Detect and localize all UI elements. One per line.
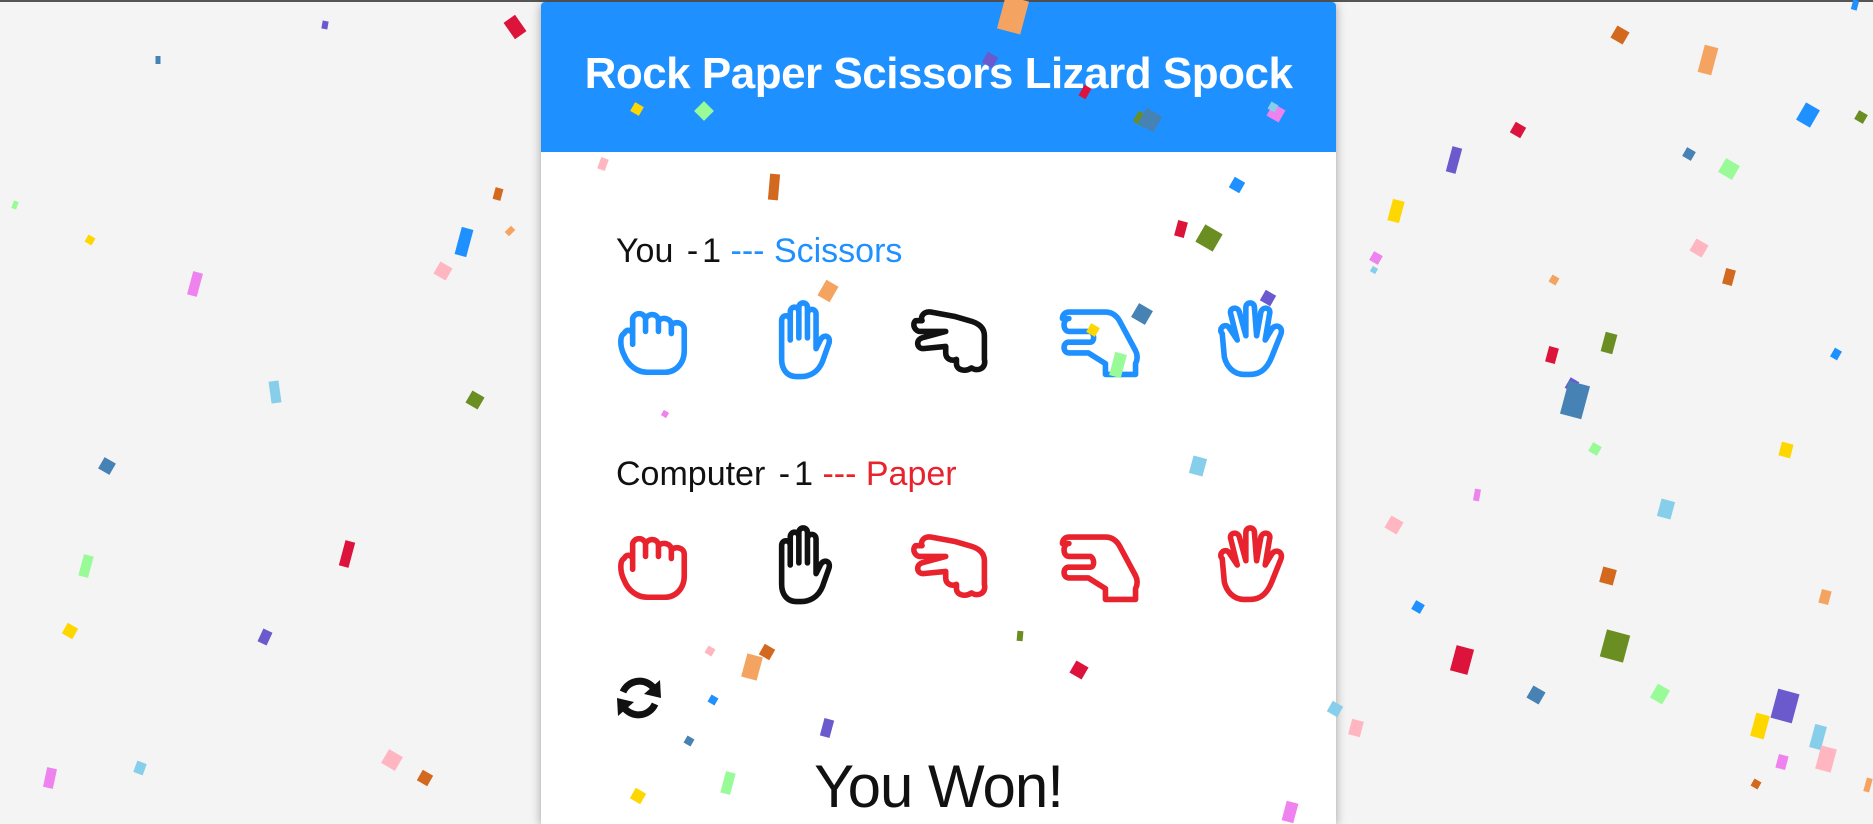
confetti-piece (1722, 267, 1736, 287)
confetti-piece (1697, 44, 1719, 76)
computer-choice: Paper (865, 455, 957, 493)
computer-choice-prefix: --- (822, 455, 857, 493)
confetti-piece (1610, 25, 1630, 45)
confetti-piece (1775, 753, 1789, 771)
hand-scissors-icon[interactable] (907, 297, 993, 383)
hand-paper-icon[interactable] (758, 522, 844, 608)
game-card: Rock Paper Scissors Lizard Spock You -1 … (541, 2, 1336, 824)
confetti-piece (1588, 442, 1602, 456)
confetti-piece (1473, 488, 1481, 502)
hand-spock-icon[interactable] (1205, 297, 1291, 383)
confetti-piece (84, 234, 96, 246)
computer-score: 1 (794, 455, 813, 493)
confetti-piece (78, 554, 94, 578)
confetti-piece (504, 225, 516, 237)
confetti-piece (1830, 347, 1842, 361)
confetti-piece (11, 200, 19, 210)
confetti-piece (43, 767, 57, 789)
confetti-piece (1411, 600, 1425, 614)
confetti-piece (1778, 441, 1794, 459)
confetti-piece (1818, 588, 1832, 606)
confetti-piece (133, 760, 147, 776)
confetti-piece (61, 622, 79, 640)
confetti-piece (454, 226, 474, 258)
sync-icon (617, 677, 661, 719)
page-title: Rock Paper Scissors Lizard Spock (584, 49, 1293, 98)
confetti-piece (1815, 745, 1837, 773)
confetti-piece (187, 271, 203, 297)
hand-scissors-icon[interactable] (907, 522, 993, 608)
confetti-piece (1689, 238, 1709, 258)
hand-lizard-icon[interactable] (1056, 297, 1142, 383)
confetti-piece (465, 390, 485, 410)
confetti-piece (1809, 723, 1827, 751)
confetti-piece (503, 14, 527, 40)
confetti-piece (1718, 158, 1740, 180)
confetti-piece (98, 457, 116, 475)
computer-label: Computer (616, 455, 766, 493)
computer-separator: - (778, 455, 791, 493)
confetti-piece (338, 540, 356, 568)
confetti-piece (1600, 331, 1618, 355)
confetti-piece (1796, 102, 1820, 128)
hand-rock-icon[interactable] (609, 522, 695, 608)
confetti-piece (268, 380, 282, 404)
confetti-piece (1750, 712, 1770, 740)
computer-score-line: Computer -1 --- Paper (616, 455, 957, 494)
confetti-piece (1599, 629, 1631, 663)
confetti-piece (1682, 147, 1696, 161)
hand-rock-icon[interactable] (609, 297, 695, 383)
confetti-piece (1509, 121, 1527, 139)
result-message: You Won! (814, 753, 1064, 820)
confetti-piece (1445, 146, 1463, 174)
confetti-piece (1854, 110, 1868, 124)
confetti-piece (1387, 198, 1405, 224)
confetti-piece (1548, 274, 1560, 286)
confetti-piece (1369, 265, 1379, 275)
confetti-piece (1526, 685, 1546, 705)
confetti-piece (381, 749, 403, 771)
confetti-piece (492, 187, 504, 201)
confetti-piece (321, 20, 329, 30)
player-hand-row (609, 297, 1285, 383)
confetti-piece (1449, 645, 1475, 675)
confetti-piece (1559, 380, 1591, 420)
confetti-piece (1545, 345, 1559, 365)
confetti-piece (1564, 377, 1580, 393)
computer-hand-row (609, 522, 1285, 608)
confetti-piece (1369, 251, 1383, 265)
hand-paper-icon[interactable] (758, 297, 844, 383)
confetti-piece (416, 769, 434, 787)
hand-spock-icon[interactable] (1205, 522, 1291, 608)
confetti-piece (1649, 683, 1671, 705)
confetti-piece (1348, 718, 1364, 738)
header-bar: Rock Paper Scissors Lizard Spock (541, 2, 1336, 152)
player-score: 1 (702, 232, 722, 270)
confetti-piece (1384, 515, 1404, 535)
player-score-line: You -1 --- Scissors (616, 232, 902, 271)
confetti-piece (433, 261, 453, 281)
player-choice-prefix: --- (730, 232, 765, 270)
confetti-piece (1863, 777, 1873, 793)
confetti-piece (1599, 566, 1617, 586)
confetti-piece (155, 56, 161, 64)
confetti-piece (1656, 498, 1676, 520)
player-label: You (616, 232, 674, 270)
confetti-piece (257, 628, 273, 646)
confetti-piece (1750, 778, 1762, 790)
player-choice: Scissors (773, 232, 903, 270)
hand-lizard-icon[interactable] (1056, 522, 1142, 608)
reset-button[interactable] (611, 670, 667, 726)
confetti-piece (1770, 688, 1800, 724)
player-separator: - (686, 232, 699, 270)
